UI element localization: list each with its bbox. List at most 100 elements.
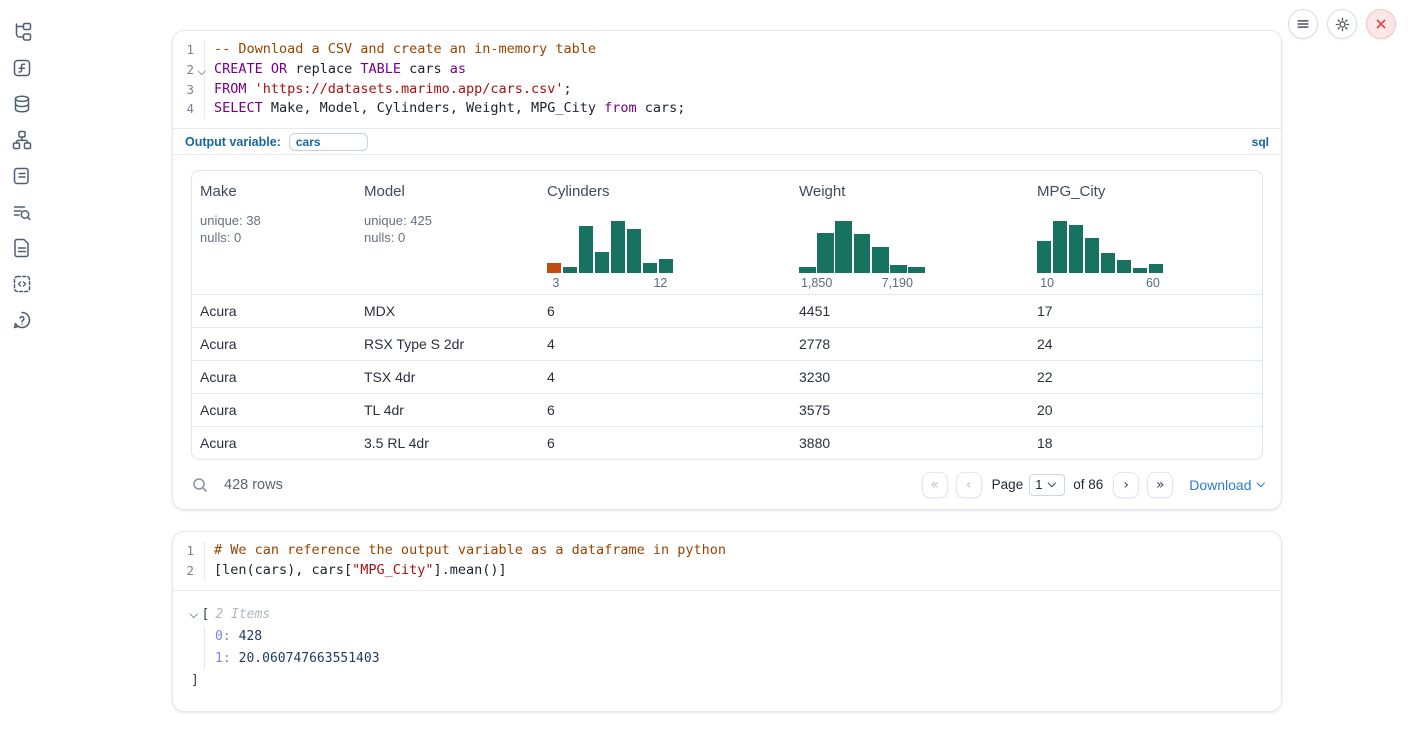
scroll-icon[interactable] bbox=[12, 166, 32, 186]
tree-entry-value: 428 bbox=[239, 629, 262, 644]
snippets-icon[interactable] bbox=[12, 274, 32, 294]
table-row[interactable]: AcuraMDX6445117 bbox=[192, 294, 1262, 327]
histogram-bar[interactable] bbox=[547, 263, 561, 274]
output-variable-label: Output variable: bbox=[185, 135, 281, 149]
code-line: 1# We can reference the output variable … bbox=[173, 541, 1281, 561]
histogram-bar[interactable] bbox=[579, 226, 593, 274]
column-name: MPG_City bbox=[1037, 183, 1256, 200]
histogram-bar[interactable] bbox=[595, 252, 609, 274]
table-row[interactable]: AcuraTSX 4dr4323022 bbox=[192, 360, 1262, 393]
output-tree: [ 2 Items 0:4281:20.060747663551403 ] bbox=[173, 591, 1281, 692]
sql-code-editor[interactable]: 1-- Download a CSV and create an in-memo… bbox=[173, 31, 1281, 128]
file-tree-icon[interactable] bbox=[12, 22, 32, 42]
column-stat: unique: 38 bbox=[200, 213, 350, 230]
sql-cell: 1-- Download a CSV and create an in-memo… bbox=[172, 30, 1282, 510]
last-page-button[interactable]: » bbox=[1147, 472, 1173, 498]
data-table: Makeunique: 38nulls: 0Modelunique: 425nu… bbox=[191, 170, 1263, 460]
page-select[interactable]: 1 bbox=[1029, 474, 1065, 496]
histogram-bar[interactable] bbox=[1069, 225, 1083, 273]
line-number: 4 bbox=[173, 99, 205, 119]
page-label: Page bbox=[992, 477, 1024, 492]
histogram-bar[interactable] bbox=[1149, 264, 1163, 273]
axis-label: 7,190 bbox=[882, 276, 913, 290]
table-cell: TSX 4dr bbox=[356, 361, 539, 393]
table-cell: 22 bbox=[1029, 361, 1262, 393]
table-cell: 4 bbox=[539, 328, 791, 360]
axis-label: 12 bbox=[653, 276, 667, 290]
table-cell: 4 bbox=[539, 361, 791, 393]
column-header: Makeunique: 38nulls: 0 bbox=[192, 171, 356, 294]
histogram-bar[interactable] bbox=[611, 221, 625, 273]
column-stats: unique: 425nulls: 0 bbox=[364, 213, 533, 246]
search-icon bbox=[191, 476, 209, 494]
histogram-bar[interactable] bbox=[1085, 238, 1099, 273]
dependency-graph-icon[interactable] bbox=[12, 130, 32, 150]
axis-label: 1,850 bbox=[801, 276, 832, 290]
table-row[interactable]: AcuraTL 4dr6357520 bbox=[192, 393, 1262, 426]
histogram-bar[interactable] bbox=[835, 221, 852, 273]
output-variable-row: Output variable: sql bbox=[173, 128, 1281, 155]
language-badge[interactable]: sql bbox=[1252, 135, 1269, 149]
tree-close-bracket: ] bbox=[191, 670, 1263, 692]
table-cell: 3.5 RL 4dr bbox=[356, 427, 539, 459]
first-page-button[interactable]: « bbox=[922, 472, 948, 498]
column-header: MPG_City1060 bbox=[1029, 171, 1262, 294]
settings-button[interactable] bbox=[1327, 9, 1357, 39]
code-line: 1-- Download a CSV and create an in-memo… bbox=[173, 40, 1281, 60]
histogram-bar[interactable] bbox=[799, 267, 816, 274]
table-header: Makeunique: 38nulls: 0Modelunique: 425nu… bbox=[192, 171, 1262, 294]
menu-button[interactable] bbox=[1288, 9, 1318, 39]
code-line: 2[len(cars), cars["MPG_City"].mean()] bbox=[173, 561, 1281, 581]
close-icon bbox=[1374, 17, 1388, 31]
table-cell: Acura bbox=[192, 295, 356, 327]
table-body: AcuraMDX6445117AcuraRSX Type S 2dr427782… bbox=[192, 294, 1262, 459]
topbar-controls bbox=[1288, 9, 1396, 39]
histogram-bar[interactable] bbox=[643, 263, 657, 274]
table-row[interactable]: AcuraRSX Type S 2dr4277824 bbox=[192, 327, 1262, 360]
histogram-bar[interactable] bbox=[563, 267, 577, 274]
search-list-icon[interactable] bbox=[12, 202, 32, 222]
help-icon[interactable] bbox=[12, 310, 32, 330]
tree-entry-key: 1: bbox=[215, 651, 231, 666]
histogram-bar[interactable] bbox=[1053, 221, 1067, 273]
table-cell: RSX Type S 2dr bbox=[356, 328, 539, 360]
tree-entries: 0: 428 1:20.060747663551403 bbox=[204, 626, 1263, 670]
search-button[interactable] bbox=[191, 476, 209, 494]
python-code-editor[interactable]: 1# We can reference the output variable … bbox=[173, 532, 1281, 591]
hamburger-icon bbox=[1295, 16, 1311, 32]
column-header: Weight1,8507,190 bbox=[791, 171, 1029, 294]
table-cell: Acura bbox=[192, 394, 356, 426]
histogram-bar[interactable] bbox=[1101, 253, 1115, 273]
table-footer: 428 rows « ‹ Page 1 of 86 › » Download bbox=[173, 460, 1281, 509]
tree-entry: 1:20.060747663551403 bbox=[215, 648, 1263, 670]
histogram-bar[interactable] bbox=[659, 259, 673, 274]
table-cell: 6 bbox=[539, 427, 791, 459]
document-icon[interactable] bbox=[12, 238, 32, 258]
histogram-bar[interactable] bbox=[1117, 260, 1131, 274]
histogram-bar[interactable] bbox=[854, 234, 871, 273]
close-button[interactable] bbox=[1366, 9, 1396, 39]
table-cell: 18 bbox=[1029, 427, 1262, 459]
tree-collapse-icon[interactable] bbox=[190, 610, 198, 618]
fold-chevron-icon[interactable] bbox=[197, 67, 205, 75]
histogram-bar[interactable] bbox=[1037, 241, 1051, 273]
python-cell: 1# We can reference the output variable … bbox=[172, 531, 1282, 712]
code-line: 4SELECT Make, Model, Cylinders, Weight, … bbox=[173, 99, 1281, 119]
next-page-button[interactable]: › bbox=[1113, 472, 1139, 498]
output-variable-input[interactable] bbox=[289, 133, 368, 151]
table-cell: 3575 bbox=[791, 394, 1029, 426]
prev-page-button[interactable]: ‹ bbox=[956, 472, 982, 498]
table-cell: 24 bbox=[1029, 328, 1262, 360]
histogram-bar[interactable] bbox=[872, 247, 889, 273]
function-icon[interactable] bbox=[12, 58, 32, 78]
histogram-bar[interactable] bbox=[627, 229, 641, 273]
table-row[interactable]: Acura3.5 RL 4dr6388018 bbox=[192, 426, 1262, 459]
database-icon[interactable] bbox=[12, 94, 32, 114]
tree-entry-key: 0: bbox=[215, 629, 231, 644]
table-cell: 6 bbox=[539, 394, 791, 426]
sql-output-area: Makeunique: 38nulls: 0Modelunique: 425nu… bbox=[173, 155, 1281, 460]
code-line: 3FROM 'https://datasets.marimo.app/cars.… bbox=[173, 80, 1281, 100]
histogram-bar[interactable] bbox=[817, 233, 834, 274]
histogram-bar[interactable] bbox=[890, 265, 907, 273]
download-button[interactable]: Download bbox=[1189, 477, 1263, 493]
